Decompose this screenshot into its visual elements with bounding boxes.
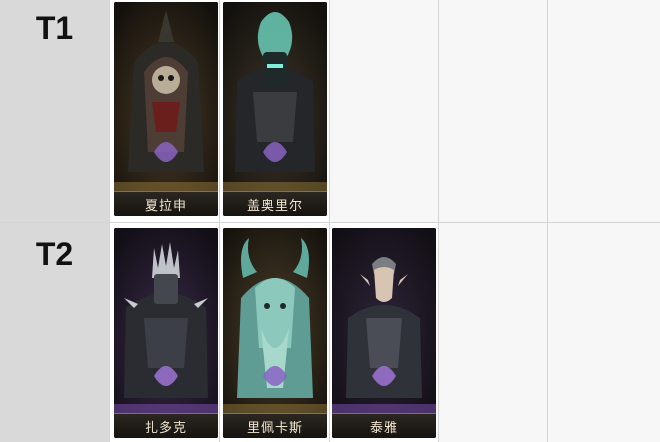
column-divider <box>329 0 330 442</box>
character-card[interactable]: 泰雅 <box>332 228 436 438</box>
character-name: 扎多克 <box>114 413 218 438</box>
tier-label: T2 <box>35 236 74 272</box>
empty-slot-area-t1 <box>330 0 660 222</box>
column-divider <box>438 0 439 442</box>
elf-warrior-portrait-icon <box>332 228 436 414</box>
tier-label: T1 <box>35 10 74 46</box>
character-card[interactable]: 里佩卡斯 <box>223 228 327 438</box>
character-card[interactable]: 扎多克 <box>114 228 218 438</box>
row-divider <box>0 222 660 223</box>
character-name: 盖奥里尔 <box>223 191 327 216</box>
spiked-armor-knight-portrait-icon <box>114 228 218 414</box>
horned-forest-spirit-portrait-icon <box>223 228 327 414</box>
character-card[interactable]: 夏拉申 <box>114 2 218 216</box>
skeleton-lich-portrait-icon <box>114 2 218 192</box>
column-divider <box>547 0 548 442</box>
character-name: 泰雅 <box>332 413 436 438</box>
tier-list-table: T1 T2 夏拉申 盖奥里尔 扎多克 里佩卡斯 泰雅 <box>0 0 660 442</box>
character-name: 里佩卡斯 <box>223 413 327 438</box>
spectral-flame-knight-portrait-icon <box>223 2 327 192</box>
column-divider <box>219 0 220 442</box>
column-divider <box>109 0 110 442</box>
character-card[interactable]: 盖奥里尔 <box>223 2 327 216</box>
character-name: 夏拉申 <box>114 191 218 216</box>
empty-slot-area-t2 <box>439 223 660 442</box>
